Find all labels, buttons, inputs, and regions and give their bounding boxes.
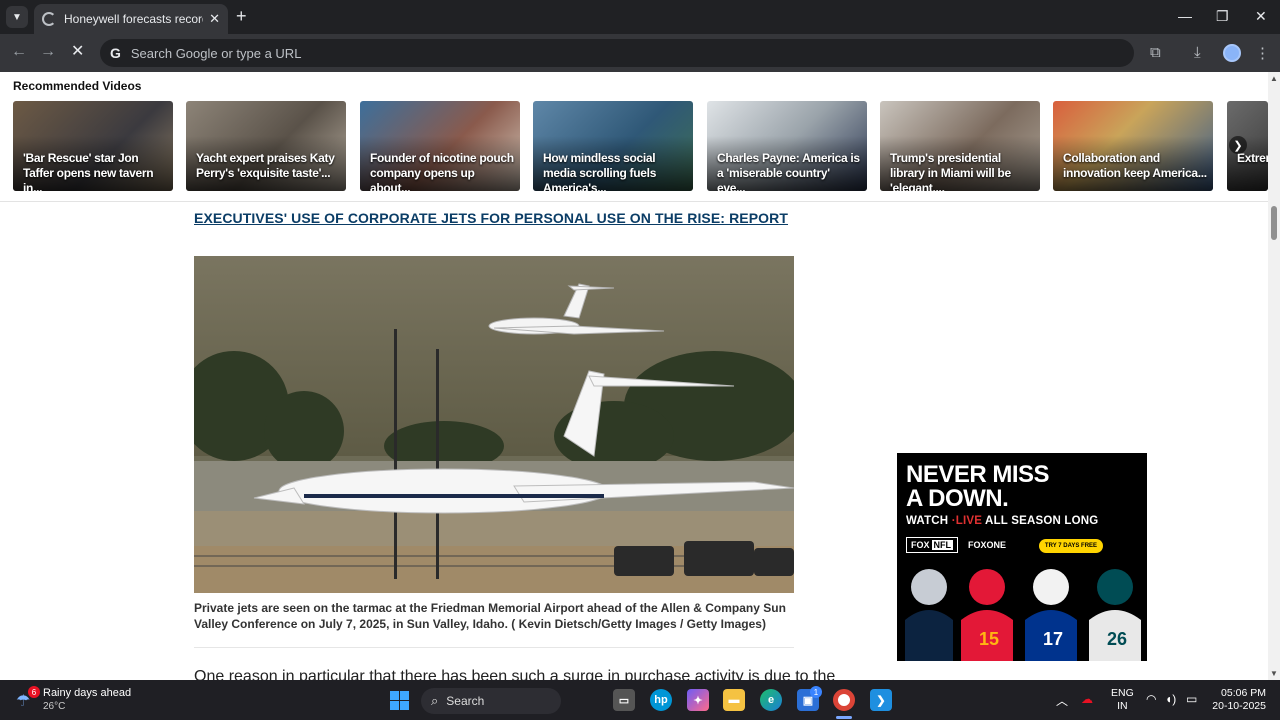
recommended-videos-heading: Recommended Videos [13,79,142,93]
video-card[interactable]: Yacht expert praises Katy Perry's 'exqui… [186,101,346,191]
scroll-down-arrow-icon[interactable]: ▼ [1270,669,1278,678]
player-bills: 17 [1025,569,1077,661]
tab-title: Honeywell forecasts record 8,50 [64,12,203,26]
close-tab-icon[interactable]: ✕ [209,11,220,27]
section-divider [0,201,1268,202]
related-article-link[interactable]: EXECUTIVES' USE OF CORPORATE JETS FOR PE… [194,210,788,226]
store-badge: 1 [810,686,822,698]
new-tab-plus-icon[interactable]: + [236,7,247,25]
file-explorer-icon[interactable]: ▬ [723,689,745,711]
video-title: Trump's presidential library in Miami wi… [890,151,1011,191]
hp-app-icon[interactable]: hp [650,689,672,711]
browser-toolbar: ← → ✕ G Search Google or type a URL ⧉ ⤓ … [0,34,1280,72]
video-title: 'Bar Rescue' star Jon Taffer opens new t… [23,151,154,191]
video-title: How mindless social media scrolling fuel… [543,151,657,191]
fox-nfl-advertisement[interactable]: NEVER MISS A DOWN. WATCH ·LIVE ALL SEASO… [897,453,1147,661]
web-page: Recommended Videos 'Bar Rescue' star Jon… [0,72,1268,680]
svg-text:15: 15 [979,629,999,649]
video-title: Yacht expert praises Katy Perry's 'exqui… [196,151,335,180]
carousel-next-chevron-icon[interactable]: ❯ [1229,136,1247,154]
ad-tagline: WATCH ·LIVE ALL SEASON LONG [906,515,1099,527]
active-tab[interactable]: Honeywell forecasts record 8,50 ✕ [34,4,228,34]
weather-badge: 6 [28,686,40,698]
profile-avatar[interactable] [1223,44,1241,62]
taskbar-search[interactable]: ⌕ Search [421,688,561,714]
article-photo [194,256,794,593]
video-card[interactable]: How mindless social media scrolling fuel… [533,101,693,191]
browser-tab-strip: ▼ Honeywell forecasts record 8,50 ✕ + — … [0,0,1280,34]
ad-trial-button[interactable]: TRY 7 DAYS FREE [1039,539,1103,553]
player-chiefs: 15 [961,569,1013,661]
vscode-icon[interactable]: ❯ [870,689,892,711]
google-g-icon: G [110,45,121,61]
forward-arrow-icon[interactable]: → [40,43,56,61]
fox-one-logo: FOXONE [968,540,1007,550]
volume-icon[interactable]: ◖) [1165,692,1176,706]
recommended-videos-strip: 'Bar Rescue' star Jon Taffer opens new t… [13,101,1268,191]
svg-text:26: 26 [1107,629,1127,649]
article-paragraph: One reason in particular that there has … [194,668,836,680]
show-hidden-icons-chevron-icon[interactable]: ︿ [1056,692,1068,709]
weather-temp: 26°C [43,701,66,712]
stop-loading-icon[interactable]: ✕ [71,43,84,61]
download-icon[interactable]: ⤓ [1194,44,1201,61]
address-placeholder: Search Google or type a URL [130,45,302,61]
taskbar-search-label: Search [446,694,485,708]
edge-icon[interactable]: e [760,689,782,711]
weather-title[interactable]: Rainy days ahead [43,687,131,699]
active-app-indicator [836,716,852,719]
minimize-icon[interactable]: — [1178,8,1192,24]
ad-headline: NEVER MISS A DOWN. [906,461,1050,512]
svg-text:17: 17 [1043,629,1063,649]
task-view-icon[interactable]: ▭ [613,689,635,711]
chrome-icon[interactable] [833,689,855,711]
extensions-icon[interactable]: ⧉ [1150,44,1161,61]
photo-caption: Private jets are seen on the tarmac at t… [194,601,786,631]
video-card[interactable]: Charles Payne: America is a 'miserable c… [707,101,867,191]
search-icon: ⌕ [431,693,439,708]
close-window-icon[interactable]: ✕ [1255,8,1267,25]
video-title: Collaboration and innovation keep Americ… [1063,151,1207,180]
page-scrollbar[interactable]: ▲ ▼ [1268,72,1280,680]
maximize-icon[interactable]: ❐ [1216,8,1229,25]
more-menu-icon[interactable]: ⋮ [1255,44,1270,62]
video-card[interactable]: Founder of nicotine pouch company opens … [360,101,520,191]
battery-icon[interactable]: ▭ [1186,692,1197,706]
player-eagles: 26 [1089,569,1141,661]
system-clock[interactable]: 05:06 PM 20-10-2025 [1212,687,1266,713]
language-indicator[interactable]: ENG IN [1111,687,1134,713]
scroll-up-arrow-icon[interactable]: ▲ [1270,74,1278,83]
video-title: Extrem hurtin [1237,151,1268,165]
video-card[interactable]: Collaboration and innovation keep Americ… [1053,101,1213,191]
windows-start-icon[interactable] [390,691,409,710]
video-title: Founder of nicotine pouch company opens … [370,151,514,191]
fox-nfl-logo: FOX NFL [906,537,959,553]
address-bar[interactable]: G Search Google or type a URL [100,39,1134,67]
onedrive-icon[interactable]: ☁ [1081,692,1093,706]
wifi-icon[interactable]: ◠ [1146,692,1156,706]
video-card[interactable]: Trump's presidential library in Miami wi… [880,101,1040,191]
video-title: Charles Payne: America is a 'miserable c… [717,151,860,191]
back-arrow-icon[interactable]: ← [11,43,27,61]
video-card[interactable]: 'Bar Rescue' star Jon Taffer opens new t… [13,101,173,191]
scroll-thumb[interactable] [1271,206,1277,240]
player-cowboys [905,569,953,661]
copilot-icon[interactable]: ✦ [687,689,709,711]
loading-spinner-icon [42,12,56,26]
ad-logos: FOX NFL FOXONE [906,537,1006,553]
caption-divider [194,647,794,648]
tab-search-chevron-icon[interactable]: ▼ [6,6,28,28]
